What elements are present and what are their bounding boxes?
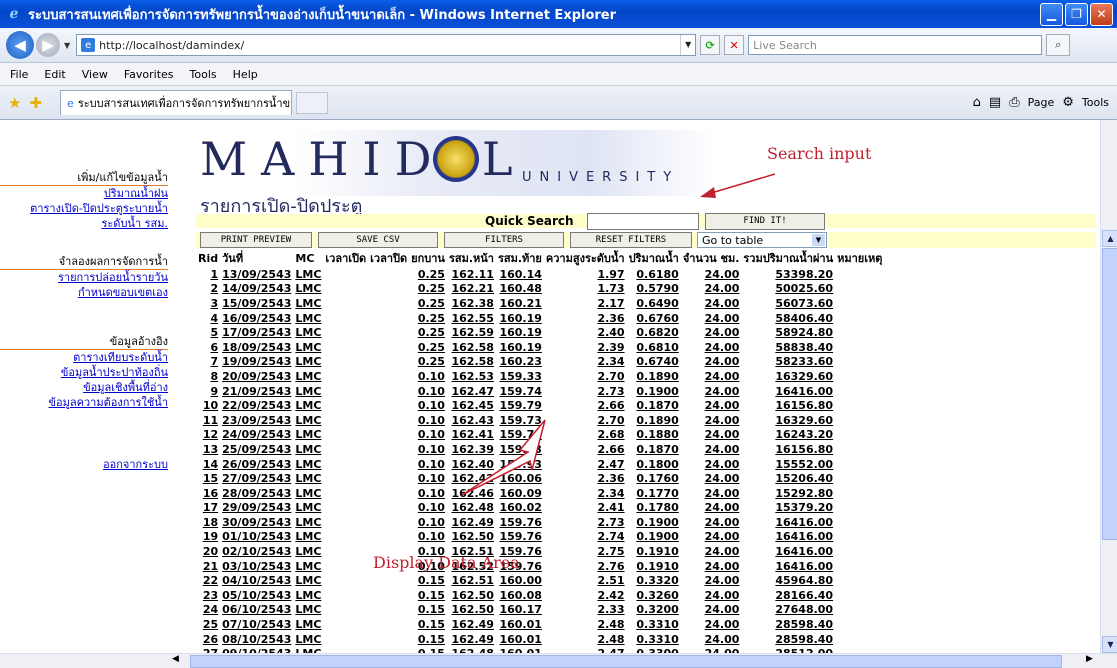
close-button[interactable]: ✕	[1090, 2, 1113, 26]
refresh-button[interactable]: ⟳	[700, 35, 721, 55]
new-tab-button[interactable]	[296, 91, 329, 114]
page-content: MAHID L UNIVERSITY เพิ่ม/แก้ไขข้อมูลน้ำ …	[0, 120, 1100, 653]
display-arrow-icon	[461, 419, 546, 496]
window-titlebar: ℯ ระบบสารสนเทศเพื่อการจัดการทรัพยากรน้ำข…	[0, 0, 1117, 28]
scroll-down-icon[interactable]: ▼	[1102, 636, 1117, 653]
menu-favorites[interactable]: Favorites	[124, 68, 174, 81]
search-icon[interactable]: ⌕	[1046, 34, 1071, 56]
home-icon[interactable]: ⌂	[973, 95, 981, 110]
tab-current[interactable]: e ระบบสารสนเทศเพื่อการจัดการทรัพยากรน้ำข…	[60, 90, 293, 115]
print-icon[interactable]: ⎙	[1009, 95, 1019, 110]
search-input[interactable]: Live Search	[748, 35, 1043, 55]
minimize-button[interactable]: ▁	[1040, 2, 1063, 26]
tools-menu[interactable]: Tools	[1082, 96, 1109, 109]
tab-page-icon: e	[67, 96, 74, 110]
forward-button[interactable]: ▶	[36, 33, 60, 57]
menu-help[interactable]: Help	[233, 68, 258, 81]
menu-edit[interactable]: Edit	[44, 68, 65, 81]
search-arrow-line	[707, 173, 776, 195]
hscroll-thumb[interactable]	[190, 655, 1062, 668]
scroll-right-icon[interactable]: ▶	[1086, 654, 1093, 664]
annotation-arrows	[461, 173, 776, 496]
address-toolbar: ◀ ▶ ▼ e http://localhost/damindex/ ▼ ⟳ ✕…	[0, 28, 1117, 63]
page-icon: e	[81, 38, 96, 52]
menu-file[interactable]: File	[10, 68, 28, 81]
menu-bar: File Edit View Favorites Tools Help	[0, 63, 1117, 86]
history-dropdown-icon[interactable]: ▼	[64, 41, 70, 50]
scroll-up-icon[interactable]: ▲	[1102, 230, 1117, 247]
favorites-star-icon[interactable]: ★	[8, 94, 21, 112]
tab-label: ระบบสารสนเทศเพื่อการจัดการทรัพยากรน้ำของ…	[77, 97, 293, 110]
menu-tools[interactable]: Tools	[190, 68, 217, 81]
search-arrow-head	[700, 187, 716, 198]
page-menu[interactable]: Page	[1028, 96, 1055, 109]
address-field[interactable]: e http://localhost/damindex/ ▼	[76, 34, 697, 56]
add-favorites-icon[interactable]: ✚	[29, 94, 42, 112]
maximize-button[interactable]: ❐	[1065, 2, 1088, 26]
ie-icon: ℯ	[9, 6, 19, 22]
address-dropdown-icon[interactable]: ▼	[680, 35, 695, 55]
scroll-left-icon[interactable]: ◀	[172, 654, 179, 664]
scroll-thumb[interactable]	[1102, 248, 1117, 540]
horizontal-scrollbar[interactable]: ◀ ▶	[0, 653, 1117, 668]
stop-button[interactable]: ✕	[724, 35, 745, 55]
tabs-bar: ★ ✚ e ระบบสารสนเทศเพื่อการจัดการทรัพยากร…	[0, 86, 1117, 120]
window-title: ระบบสารสนเทศเพื่อการจัดการทรัพยากรน้ำของ…	[28, 7, 617, 23]
back-button[interactable]: ◀	[6, 31, 34, 59]
feeds-icon[interactable]: ▤	[989, 95, 1001, 110]
menu-view[interactable]: View	[82, 68, 108, 81]
url-text: http://localhost/damindex/	[99, 38, 245, 52]
vertical-scrollbar[interactable]: ▲ ▼	[1100, 120, 1117, 653]
tools-gear-icon: ⚙	[1062, 95, 1074, 110]
